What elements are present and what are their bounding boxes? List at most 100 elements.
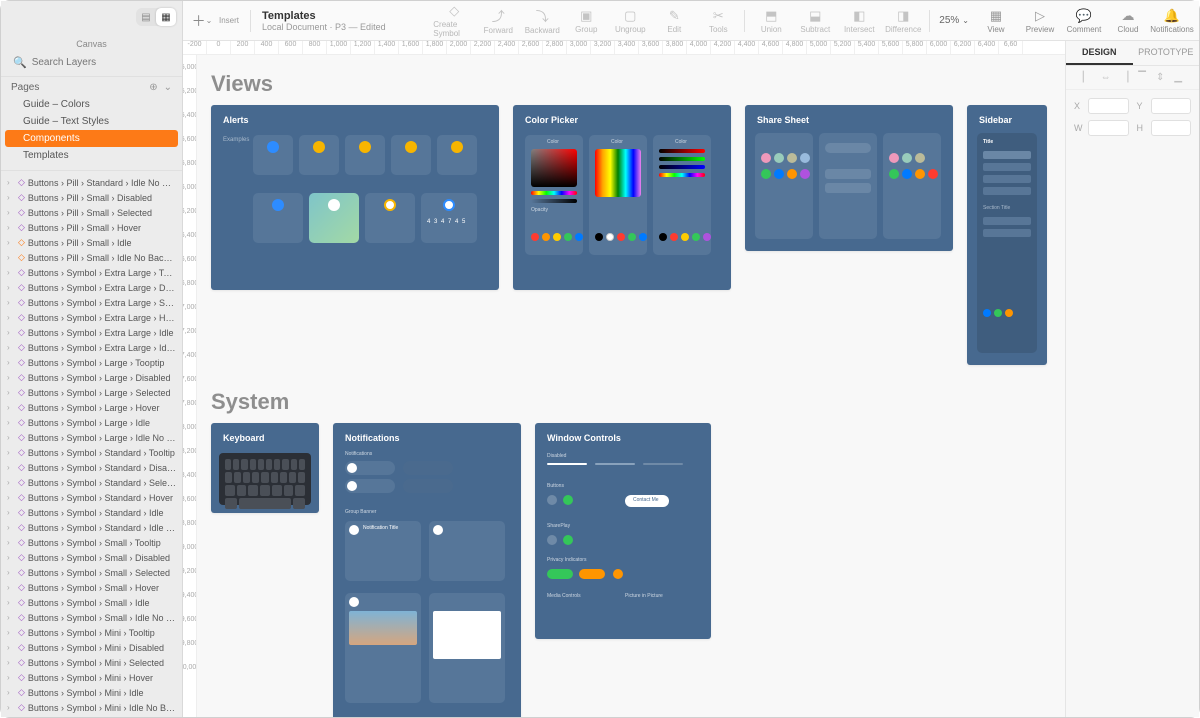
y-input[interactable] bbox=[1151, 98, 1192, 114]
zoom-select[interactable]: 25%⌄ bbox=[935, 15, 973, 26]
layer-row[interactable]: ›◇Buttons › Symbol › Standard › Selected bbox=[1, 475, 182, 490]
layer-row[interactable]: ›◇Buttons › Symbol › Large › Hover bbox=[1, 400, 182, 415]
layer-row[interactable]: ›◇Buttons › Symbol › Small › Tooltip bbox=[1, 535, 182, 550]
layer-label: Buttons › Symbol › Mini › Selected bbox=[28, 658, 176, 668]
layer-row[interactable]: ›◇Buttons › Symbol › Standard › Tooltip bbox=[1, 445, 182, 460]
layer-row[interactable]: ›◇Buttons › Pill › Small › Disabled bbox=[1, 190, 182, 205]
toolbar-cloud[interactable]: ☁Cloud bbox=[1107, 8, 1149, 34]
layer-row[interactable]: ›◇Buttons › Symbol › Large › Idle No Bac… bbox=[1, 430, 182, 445]
x-input[interactable] bbox=[1088, 98, 1129, 114]
artboard-notifications[interactable]: Notifications Notifications Group Banner… bbox=[333, 423, 521, 717]
toolbar-ungroup[interactable]: ▢Ungroup bbox=[609, 8, 651, 34]
align-top-icon[interactable]: ▔ bbox=[1138, 72, 1146, 83]
toolbar-difference[interactable]: ◨Difference bbox=[882, 8, 924, 34]
symbol-icon: ◇ bbox=[18, 522, 25, 533]
toolbar-label: Cloud bbox=[1118, 25, 1139, 34]
layer-row[interactable]: ›◇Buttons › Symbol › Small › Hover bbox=[1, 580, 182, 595]
layer-row[interactable]: ›◇Buttons › Symbol › Mini › Idle No Back… bbox=[1, 700, 182, 715]
toolbar-notifications[interactable]: 🔔Notifications bbox=[1151, 8, 1193, 34]
layer-list[interactable]: ›◇Buttons › Pill › Standard › Idle No Ba… bbox=[1, 170, 182, 717]
search-input[interactable] bbox=[32, 57, 170, 68]
layer-row[interactable]: ›◇Buttons › Symbol › Large › Disabled bbox=[1, 370, 182, 385]
page-item[interactable]: Guide – Colors bbox=[5, 96, 178, 113]
layer-row[interactable]: ›◇Buttons › Pill › Small › Idle No Backg… bbox=[1, 250, 182, 265]
layer-row[interactable]: ›◇Buttons › Symbol › Standard › Idle bbox=[1, 505, 182, 520]
layer-row[interactable]: ›◇Buttons › Pill › Small › Idle bbox=[1, 235, 182, 250]
layer-row[interactable]: ›◇Buttons › Symbol › Extra Large › Hover bbox=[1, 310, 182, 325]
artboard-share-sheet[interactable]: Share Sheet bbox=[745, 105, 953, 251]
layer-row[interactable]: ›◇Buttons › Symbol › Extra Large › Disab… bbox=[1, 280, 182, 295]
toolbar-comment[interactable]: 💬Comment bbox=[1063, 8, 1105, 34]
align-vcenter-icon[interactable]: ⇕ bbox=[1156, 72, 1164, 83]
document-title[interactable]: Templates Local Document · P3 — Edited bbox=[262, 10, 386, 32]
symbol-icon: ◇ bbox=[18, 237, 25, 248]
section-system: System bbox=[211, 389, 1065, 415]
toolbar-intersect[interactable]: ◧Intersect bbox=[838, 8, 880, 34]
toolbar-preview[interactable]: ▷Preview bbox=[1019, 8, 1061, 34]
layer-row[interactable]: ›◇Buttons › Symbol › Small › Idle bbox=[1, 595, 182, 610]
page-item[interactable]: Guide – Text Styles bbox=[5, 113, 178, 130]
add-page-icon[interactable]: ⊕ bbox=[149, 82, 157, 93]
ruler-tick: 2,600 bbox=[519, 41, 543, 54]
layer-row[interactable]: ›◇Buttons › Pill › Small › Selected bbox=[1, 205, 182, 220]
align-right-icon[interactable]: ▕ bbox=[1121, 72, 1129, 83]
insert-button[interactable]: ＋⌄ bbox=[193, 12, 211, 30]
h-input[interactable] bbox=[1151, 120, 1192, 136]
layer-row[interactable]: ›▭Labels and Backgrounds bbox=[1, 715, 182, 717]
layer-row[interactable]: ›◇Buttons › Symbol › Mini › Disabled bbox=[1, 640, 182, 655]
artboard-alerts[interactable]: Alerts Examples 4 3 4 7 4 5 bbox=[211, 105, 499, 290]
toolbar-create-symbol[interactable]: ◇Create Symbol bbox=[433, 3, 475, 38]
layer-row[interactable]: ›◇Buttons › Symbol › Mini › Idle bbox=[1, 685, 182, 700]
layer-row[interactable]: ›◇Buttons › Symbol › Standard › Disabled bbox=[1, 460, 182, 475]
layer-row[interactable]: ›◇Buttons › Symbol › Large › Tooptip bbox=[1, 355, 182, 370]
toolbar-union[interactable]: ⬒Union bbox=[750, 8, 792, 34]
layer-label: Buttons › Symbol › Extra Large › Hover bbox=[28, 313, 176, 323]
collapse-icon[interactable]: ⌄ bbox=[164, 82, 172, 93]
grid-view-icon[interactable]: ▦ bbox=[156, 8, 176, 26]
layer-row[interactable]: ›◇Buttons › Symbol › Extra Large › Selec… bbox=[1, 295, 182, 310]
layer-row[interactable]: ›◇Buttons › Symbol › Small › Idle No Bac… bbox=[1, 610, 182, 625]
tab-design[interactable]: DESIGN bbox=[1066, 41, 1133, 65]
toolbar-backward[interactable]: ⤵Backward bbox=[521, 6, 563, 35]
layer-row[interactable]: ›◇Buttons › Symbol › Small › Selected bbox=[1, 565, 182, 580]
artboard-color-picker[interactable]: Color Picker Color Opacity Color Color bbox=[513, 105, 731, 290]
layer-row[interactable]: ›◇Buttons › Symbol › Small › Disabled bbox=[1, 550, 182, 565]
symbol-icon: ◇ bbox=[18, 687, 25, 698]
layer-row[interactable]: ›◇Buttons › Symbol › Extra Large › Idle bbox=[1, 325, 182, 340]
layer-row[interactable]: ›◇Buttons › Symbol › Standard › Hover bbox=[1, 490, 182, 505]
artboard-sidebar[interactable]: Sidebar Title Section Title bbox=[967, 105, 1047, 365]
artboard-window-controls[interactable]: Window Controls Disabled Buttons Contact… bbox=[535, 423, 711, 639]
edit-icon: ✎ bbox=[669, 8, 680, 24]
align-bottom-icon[interactable]: ▁ bbox=[1174, 72, 1182, 83]
toolbar-forward[interactable]: ⤴Forward bbox=[477, 6, 519, 35]
align-hcenter-icon[interactable]: ⇔ bbox=[1101, 72, 1111, 83]
toolbar-subtract[interactable]: ⬓Subtract bbox=[794, 8, 836, 34]
artboard-label: Alerts bbox=[223, 115, 249, 125]
artboard-label: Keyboard bbox=[223, 433, 265, 443]
tab-prototype[interactable]: PROTOTYPE bbox=[1133, 41, 1200, 65]
layer-row[interactable]: ›◇Buttons › Symbol › Extra Large › Toolt… bbox=[1, 265, 182, 280]
layer-row[interactable]: ›◇Buttons › Symbol › Standard › Idle No … bbox=[1, 520, 182, 535]
layer-row[interactable]: ›◇Buttons › Symbol › Mini › Selected bbox=[1, 655, 182, 670]
align-left-icon[interactable]: ▏ bbox=[1083, 72, 1091, 83]
layer-row[interactable]: ›◇Buttons › Symbol › Mini › Tooltip bbox=[1, 625, 182, 640]
list-view-icon[interactable]: ▤ bbox=[136, 8, 156, 26]
view-toggle[interactable]: ▤ ▦ bbox=[136, 8, 176, 26]
chevron-right-icon: › bbox=[7, 433, 15, 442]
layer-row[interactable]: ›◇Buttons › Pill › Standard › Idle No Ba… bbox=[1, 175, 182, 190]
page-item[interactable]: Components bbox=[5, 130, 178, 147]
layer-row[interactable]: ›◇Buttons › Symbol › Extra Large › Idle … bbox=[1, 340, 182, 355]
layer-row[interactable]: ›◇Buttons › Symbol › Large › Idle bbox=[1, 415, 182, 430]
toolbar-group[interactable]: ▣Group bbox=[565, 8, 607, 34]
artboard-keyboard[interactable]: Keyboard bbox=[211, 423, 319, 513]
w-input[interactable] bbox=[1088, 120, 1129, 136]
page-item[interactable]: Templates bbox=[5, 147, 178, 164]
canvas[interactable]: Views Alerts Examples 4 3 4 7 4 5 Color … bbox=[197, 55, 1065, 717]
search-layers[interactable]: 🔍 bbox=[9, 53, 174, 72]
toolbar-view[interactable]: ▦View bbox=[975, 8, 1017, 34]
layer-row[interactable]: ›◇Buttons › Symbol › Large › Selected bbox=[1, 385, 182, 400]
layer-row[interactable]: ›◇Buttons › Pill › Small › Hover bbox=[1, 220, 182, 235]
toolbar-edit[interactable]: ✎Edit bbox=[653, 8, 695, 34]
layer-row[interactable]: ›◇Buttons › Symbol › Mini › Hover bbox=[1, 670, 182, 685]
toolbar-tools[interactable]: ✂Tools bbox=[697, 8, 739, 34]
